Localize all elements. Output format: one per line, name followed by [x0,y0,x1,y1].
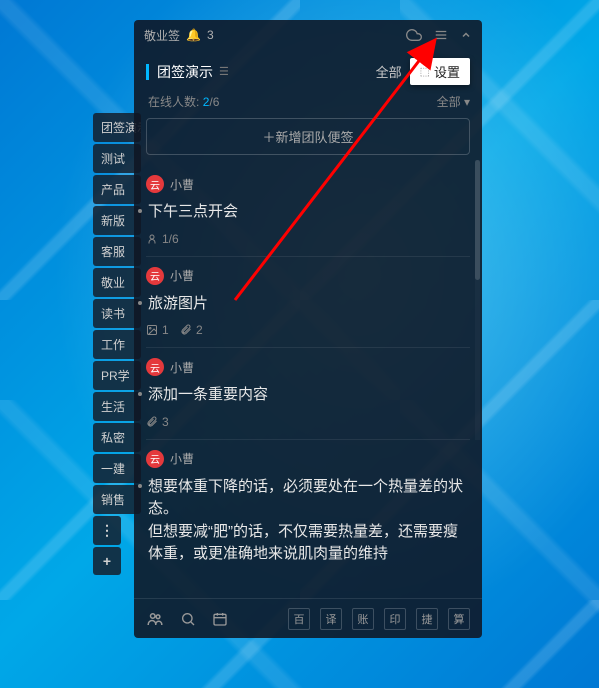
section-title: 团签演示 [157,62,213,82]
avatar: 云 [146,450,164,468]
online-label: 在线人数: [148,93,199,110]
meta-count: 1/6 [162,232,179,246]
author-name: 小曹 [170,176,194,193]
meta-image-count: 1 [162,323,169,337]
avatar: 云 [146,267,164,285]
toolbox-button[interactable]: 账 [352,608,374,630]
person-icon [146,233,158,245]
settings-dropdown[interactable]: ⬚ 设置 [410,58,470,85]
accent-bar [146,64,149,80]
side-tab-add[interactable]: + [93,547,121,575]
note-item[interactable]: 云 小曹 旅游图片 1 2 [146,257,470,349]
author-name: 小曹 [170,359,194,376]
attach-icon [180,324,192,336]
note-content: 下午三点开会 [146,201,470,224]
cloud-sync-icon[interactable] [406,27,422,43]
app-window: 敬业签 🔔 3 团签演示 ☰ 全部 ⬚ 设置 在线人数: 2 /6 全部 ▾ ＋… [134,20,482,638]
app-title: 敬业签 [144,27,180,44]
author-name: 小曹 [170,267,194,284]
menu-icon[interactable] [434,28,448,42]
scrollbar-thumb[interactable] [475,160,480,280]
online-filter-dropdown[interactable]: 全部 ▾ [437,93,470,110]
notes-list: 云 小曹 下午三点开会 1/6 云 小曹 旅游图片 1 2 [134,165,482,598]
settings-gear-icon: ⬚ [420,65,430,78]
toolbox-button[interactable]: 捷 [416,608,438,630]
team-icon[interactable] [146,610,164,628]
search-icon[interactable] [180,611,196,627]
toolbox-button[interactable]: 印 [384,608,406,630]
toolbox-button[interactable]: 译 [320,608,342,630]
titlebar: 敬业签 🔔 3 [134,20,482,50]
meta-attach-count: 2 [196,323,203,337]
note-meta: 3 [146,415,470,429]
header-row: 团签演示 ☰ 全部 ⬚ 设置 [134,50,482,91]
note-meta: 1 2 [146,323,470,337]
notification-bell-icon[interactable]: 🔔 [186,28,201,42]
avatar: 云 [146,358,164,376]
toolbox-button[interactable]: 百 [288,608,310,630]
settings-label: 设置 [434,62,460,81]
filter-all[interactable]: 全部 [376,62,402,81]
note-item[interactable]: 云 小曹 下午三点开会 1/6 [146,165,470,257]
note-content: 添加一条重要内容 [146,384,470,407]
online-row: 在线人数: 2 /6 全部 ▾ [134,91,482,118]
scrollbar[interactable] [475,160,480,440]
note-item[interactable]: 云 小曹 添加一条重要内容 3 [146,348,470,440]
online-active-count: 2 [203,95,210,109]
image-icon [146,324,158,336]
collapse-icon[interactable] [460,29,472,41]
calendar-icon[interactable] [212,611,228,627]
avatar: 云 [146,175,164,193]
toolbox-button[interactable]: 算 [448,608,470,630]
online-total: /6 [209,95,219,109]
attach-icon [146,416,158,428]
note-content: 想要体重下降的话，必须要处在一个热量差的状态。 但想要减“肥”的话，不仅需要热量… [146,476,470,566]
side-tab-more[interactable]: ⋮ [93,516,121,545]
note-meta: 1/6 [146,232,470,246]
note-item[interactable]: 云 小曹 想要体重下降的话，必须要处在一个热量差的状态。 但想要减“肥”的话，不… [146,440,470,576]
bottom-bar: 百 译 账 印 捷 算 [134,598,482,638]
author-name: 小曹 [170,450,194,467]
note-content: 旅游图片 [146,293,470,316]
list-mode-icon[interactable]: ☰ [219,65,229,78]
add-note-button[interactable]: ＋新增团队便签 [146,118,470,155]
meta-attach-count: 3 [162,415,169,429]
notification-count: 3 [207,28,214,42]
